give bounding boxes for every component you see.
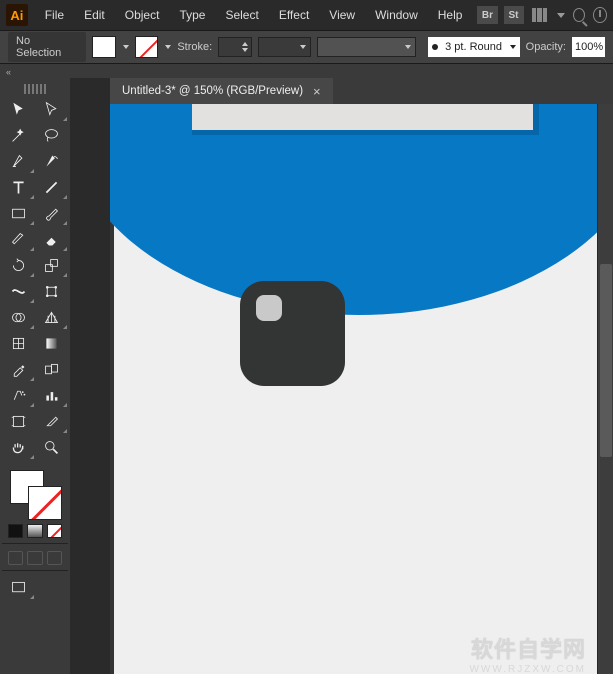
chevron-down-icon[interactable] [165, 45, 171, 49]
chevron-down-icon [557, 13, 565, 18]
stroke-proxy[interactable] [28, 486, 62, 520]
canvas[interactable]: 软件自学网 WWW.RJZXW.COM [110, 104, 613, 674]
var-width-profile-dropdown[interactable] [258, 37, 312, 57]
scale-tool[interactable] [35, 252, 68, 278]
screen-mode-button[interactable] [2, 574, 35, 600]
tools-panel [0, 78, 70, 674]
line-segment-tool[interactable] [35, 174, 68, 200]
stroke-swatch[interactable] [135, 36, 159, 58]
hand-tool[interactable] [2, 434, 35, 460]
draw-inside-button[interactable] [47, 551, 62, 565]
opacity-label: Opacity: [526, 41, 566, 53]
artboard: 软件自学网 WWW.RJZXW.COM [114, 111, 604, 674]
type-tool[interactable] [2, 174, 35, 200]
column-graph-tool[interactable] [35, 382, 68, 408]
blend-tool[interactable] [35, 356, 68, 382]
menu-view[interactable]: View [320, 4, 364, 26]
selection-tool[interactable] [2, 96, 35, 122]
menu-type[interactable]: Type [170, 4, 214, 26]
gradient-tool[interactable] [35, 330, 68, 356]
search-icon[interactable] [573, 8, 585, 22]
slice-tool[interactable] [35, 408, 68, 434]
shaper-tool[interactable] [2, 226, 35, 252]
none-mode-button[interactable] [47, 524, 62, 538]
stroke-label: Stroke: [177, 41, 212, 53]
scrollbar-thumb[interactable] [600, 264, 612, 458]
menu-window[interactable]: Window [366, 4, 427, 26]
document-tabbar: Untitled-3* @ 150% (RGB/Preview) × [110, 78, 613, 104]
stroke-weight-input[interactable] [218, 37, 252, 57]
vertical-scrollbar[interactable] [597, 104, 613, 674]
fill-swatch[interactable] [92, 36, 116, 58]
mesh-tool[interactable] [2, 330, 35, 356]
artwork-blue-band [110, 104, 613, 315]
bridge-button[interactable]: Br [477, 6, 497, 24]
artwork-highlight-dot [256, 295, 282, 321]
selection-indicator: No Selection [8, 32, 86, 62]
document-tab[interactable]: Untitled-3* @ 150% (RGB/Preview) × [110, 78, 333, 104]
artwork-inner-rect [192, 104, 539, 135]
rectangle-tool[interactable] [2, 200, 35, 226]
menu-object[interactable]: Object [116, 4, 169, 26]
watermark-line1: 软件自学网 [469, 632, 586, 664]
stock-button[interactable]: St [504, 6, 524, 24]
magic-wand-tool[interactable] [2, 122, 35, 148]
brush-preset-dropdown[interactable]: 3 pt. Round [428, 37, 519, 57]
document-tab-title: Untitled-3* @ 150% (RGB/Preview) [122, 85, 303, 97]
main-area: Untitled-3* @ 150% (RGB/Preview) × 软件自学网… [0, 78, 613, 674]
draw-normal-button[interactable] [8, 551, 23, 565]
opacity-input[interactable]: 100% [572, 37, 605, 57]
panel-grip[interactable] [24, 84, 46, 94]
panel-gap [70, 78, 110, 674]
draw-behind-button[interactable] [27, 551, 42, 565]
menu-bar: Ai File Edit Object Type Select Effect V… [0, 0, 613, 30]
menu-help[interactable]: Help [429, 4, 472, 26]
menu-file[interactable]: File [36, 4, 73, 26]
width-tool[interactable] [2, 278, 35, 304]
eraser-tool[interactable] [35, 226, 68, 252]
document-area: Untitled-3* @ 150% (RGB/Preview) × 软件自学网… [110, 78, 613, 674]
menu-select[interactable]: Select [216, 4, 267, 26]
rotate-tool[interactable] [2, 252, 35, 278]
curvature-tool[interactable] [35, 148, 68, 174]
artboard-tool[interactable] [2, 408, 35, 434]
bullet-icon [432, 44, 438, 50]
app-root: Ai File Edit Object Type Select Effect V… [0, 0, 613, 674]
workspace-switcher[interactable] [532, 8, 549, 22]
lasso-tool[interactable] [35, 122, 68, 148]
brush-definition-dropdown[interactable] [317, 37, 416, 57]
chevron-down-icon[interactable] [123, 45, 129, 49]
pen-tool[interactable] [2, 148, 35, 174]
gpu-icon[interactable] [593, 7, 607, 23]
perspective-grid-tool[interactable] [35, 304, 68, 330]
watermark-line2: WWW.RJZXW.COM [469, 664, 586, 674]
direct-selection-tool[interactable] [35, 96, 68, 122]
free-transform-tool[interactable] [35, 278, 68, 304]
paintbrush-tool[interactable] [35, 200, 68, 226]
menu-effect[interactable]: Effect [270, 4, 318, 26]
eyedropper-tool[interactable] [2, 356, 35, 382]
menu-edit[interactable]: Edit [75, 4, 114, 26]
zoom-tool[interactable] [35, 434, 68, 460]
artwork-rounded-square [240, 281, 345, 386]
panel-chrome: « [0, 64, 613, 78]
control-bar: No Selection Stroke: 3 pt. Round Opacity… [0, 30, 613, 64]
watermark: 软件自学网 WWW.RJZXW.COM [469, 632, 586, 674]
app-logo[interactable]: Ai [6, 4, 28, 26]
color-mode-button[interactable] [8, 524, 23, 538]
edit-toolbar-button[interactable] [35, 574, 68, 600]
brush-preset-label: 3 pt. Round [445, 41, 502, 53]
collapse-arrows-icon[interactable]: « [4, 65, 13, 77]
shape-builder-tool[interactable] [2, 304, 35, 330]
symbol-sprayer-tool[interactable] [2, 382, 35, 408]
fill-stroke-proxy[interactable] [2, 466, 68, 522]
gradient-mode-button[interactable] [27, 524, 42, 538]
close-icon[interactable]: × [313, 84, 321, 99]
